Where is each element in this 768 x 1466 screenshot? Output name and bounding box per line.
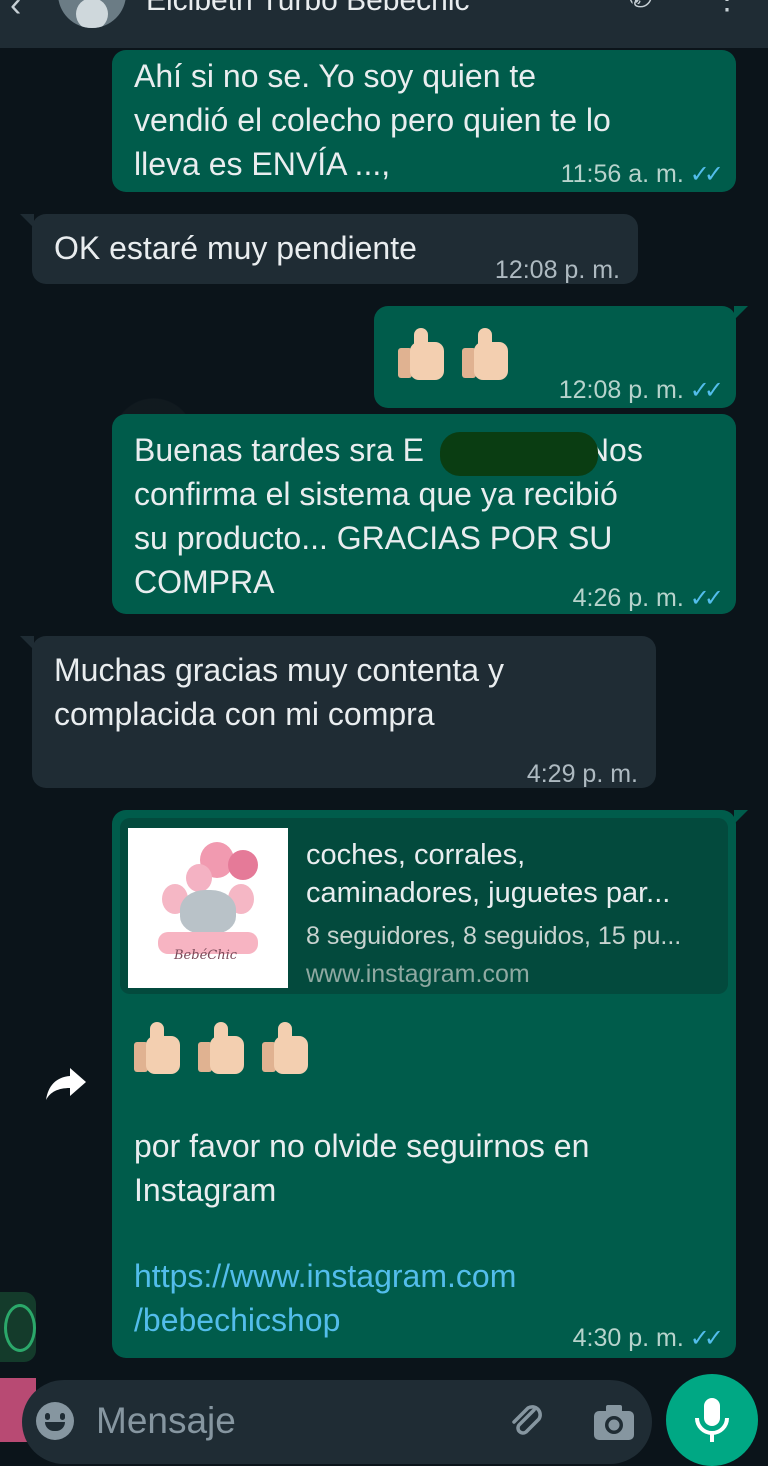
contact-name[interactable]: Elcibeth Turbo Bebechic (146, 0, 470, 18)
message-incoming[interactable]: Muchas gracias muy contenta y complacida… (20, 636, 656, 788)
message-text-part: Buenas tardes sra E (134, 432, 424, 468)
brand-logo-text: BebéChic (174, 948, 238, 963)
thumbs-up-icon (398, 328, 448, 384)
message-outgoing[interactable]: Ahí si no se. Yo soy quien te vendió el … (112, 50, 736, 192)
message-outgoing-link[interactable]: BebéChic coches, corrales, caminadores, … (112, 810, 748, 1361)
thumbs-up-icon (262, 1022, 312, 1078)
bubble-tail (734, 306, 748, 320)
message-time: 4:29 p. m. (526, 760, 638, 788)
message-time: 12:08 p. m. (558, 376, 684, 404)
bubble-tail (734, 810, 748, 824)
instagram-link[interactable]: https://www.instagram.com /bebechicshop (134, 1254, 516, 1342)
message-time: 11:56 a. m. (560, 160, 684, 188)
message-meta: 12:08 p. m. ✓✓ (558, 368, 724, 413)
arrow-left-icon[interactable]: ‹ (10, 0, 21, 25)
chat-header: ‹ Elcibeth Turbo Bebechic ✆ ⋮ (0, 0, 768, 48)
read-ticks-icon: ✓✓ (689, 585, 724, 612)
smiley-icon[interactable] (36, 1402, 74, 1440)
message-text: Ahí si no se. Yo soy quien te vendió el … (134, 58, 611, 182)
thumbs-up-icon (462, 328, 512, 384)
message-meta: 4:26 p. m. ✓✓ (572, 576, 724, 621)
microphone-icon (695, 1398, 729, 1442)
emoji-row (398, 328, 526, 384)
phone-add-icon[interactable]: ✆ (628, 0, 653, 15)
message-incoming[interactable]: OK estaré muy pendiente 12:08 p. m. (20, 214, 638, 284)
message-text: por favor no olvide seguirnos en Instagr… (134, 1128, 590, 1208)
message-time: 12:08 p. m. (494, 256, 620, 284)
message-meta: 4:30 p. m. ✓✓ (572, 1316, 724, 1361)
message-text: OK estaré muy pendiente (54, 230, 417, 266)
floating-app-bubble[interactable] (0, 1292, 36, 1362)
bubble-tail (20, 636, 34, 650)
message-meta: 11:56 a. m. ✓✓ (560, 152, 724, 197)
read-ticks-icon: ✓✓ (689, 161, 724, 188)
message-time: 4:26 p. m. (572, 584, 684, 612)
message-outgoing-emoji[interactable]: 12:08 p. m. ✓✓ (374, 306, 748, 408)
paperclip-icon[interactable] (506, 1400, 546, 1440)
forward-icon[interactable] (44, 1066, 88, 1102)
link-preview[interactable]: BebéChic coches, corrales, caminadores, … (120, 818, 728, 994)
redaction-mark (440, 432, 598, 476)
emoji-row (134, 1022, 326, 1078)
thumbs-up-icon (198, 1022, 248, 1078)
microphone-button[interactable] (666, 1374, 758, 1466)
message-time: 4:30 p. m. (572, 1324, 684, 1352)
message-input[interactable]: Mensaje (96, 1400, 236, 1442)
thumbs-up-icon (134, 1022, 184, 1078)
avatar[interactable] (58, 0, 126, 28)
message-outgoing[interactable]: Buenas tardes sra E Nos confirma el siste… (112, 414, 736, 614)
more-vertical-icon[interactable]: ⋮ (712, 0, 742, 17)
read-ticks-icon: ✓✓ (689, 1325, 724, 1352)
link-preview-image: BebéChic (128, 828, 288, 988)
read-ticks-icon: ✓✓ (689, 377, 724, 404)
bubble-tail (20, 214, 34, 228)
elephant-logo-icon (180, 890, 236, 934)
message-text: Muchas gracias muy contenta y complacida… (54, 652, 504, 732)
link-preview-title: coches, corrales, caminadores, juguetes … (306, 839, 671, 909)
link-preview-domain: www.instagram.com (306, 960, 530, 988)
message-input-bar[interactable]: Mensaje (22, 1380, 652, 1464)
camera-icon[interactable] (592, 1402, 636, 1442)
